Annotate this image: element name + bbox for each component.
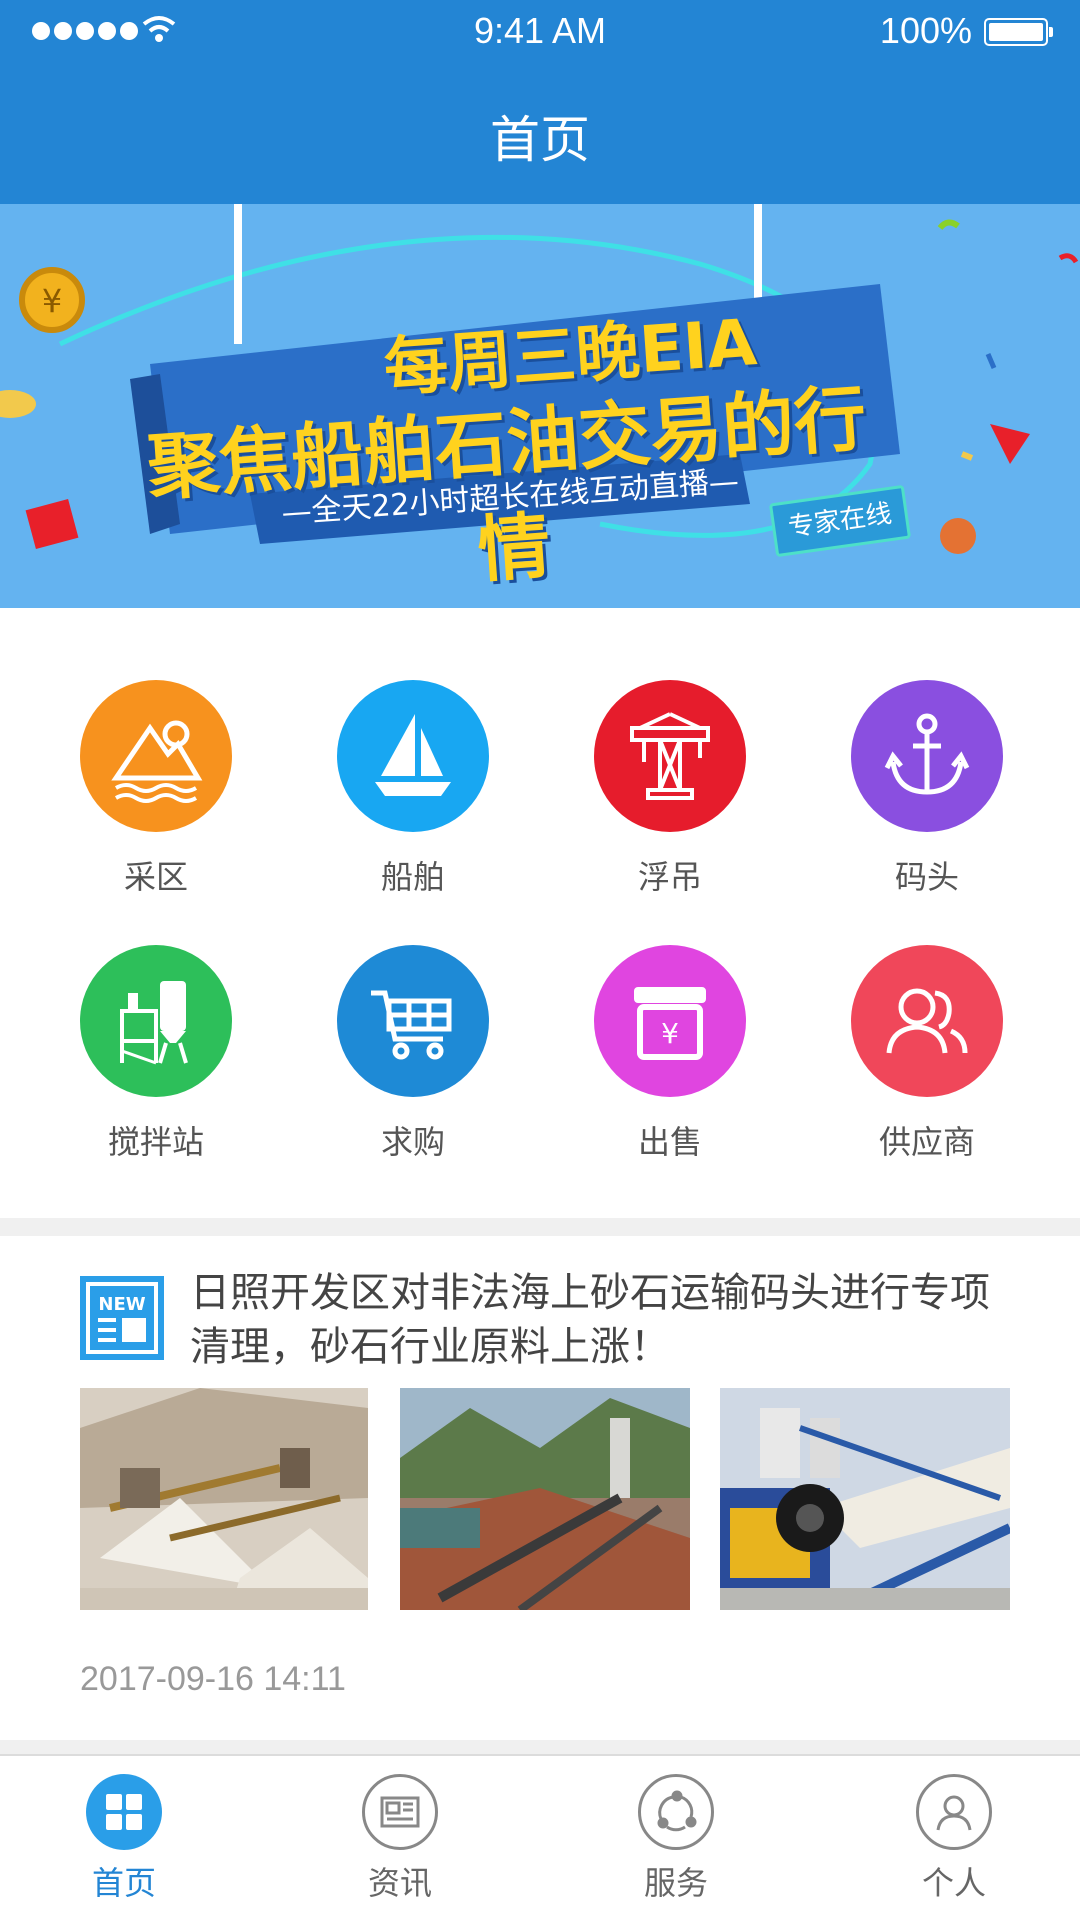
category-label: 求购 [380, 1123, 445, 1161]
home-grid-icon [86, 1774, 162, 1850]
news-title[interactable]: 日照开发区对非法海上砂石运输码头进行专项清理，砂石行业原料上涨！ [190, 1266, 1020, 1374]
category-purchase[interactable]: 求购 [303, 945, 523, 1185]
shop-icon: ¥ [594, 945, 746, 1097]
category-label: 供应商 [878, 1123, 975, 1161]
category-label: 出售 [637, 1123, 702, 1161]
category-label: 浮吊 [637, 858, 702, 896]
supplier-icon [851, 945, 1003, 1097]
section-divider [0, 1218, 1080, 1236]
news-icon [362, 1774, 438, 1850]
tab-news[interactable]: 资讯 [310, 1774, 490, 1914]
news-badge-icon: NEW [80, 1276, 164, 1360]
category-mixing-station[interactable]: 搅拌站 [46, 945, 266, 1185]
crane-icon [594, 680, 746, 832]
sailboat-icon [337, 680, 489, 832]
category-label: 搅拌站 [107, 1123, 204, 1161]
tab-bar: 首页 资讯 服务 个人 [0, 1754, 1080, 1920]
mixing-plant-icon [80, 945, 232, 1097]
category-label: 码头 [894, 858, 959, 896]
tab-label: 服务 [643, 1864, 708, 1902]
person-icon [916, 1774, 992, 1850]
news-image[interactable] [400, 1388, 690, 1610]
news-badge-label: NEW [98, 1294, 145, 1315]
mountain-icon [80, 680, 232, 832]
anchor-icon [851, 680, 1003, 832]
nav-bar: 首页 [0, 64, 1080, 204]
category-wharf[interactable]: 码头 [817, 680, 1037, 920]
category-supplier[interactable]: 供应商 [817, 945, 1037, 1185]
category-sale[interactable]: ¥ 出售 [560, 945, 780, 1185]
cart-icon [337, 945, 489, 1097]
status-bar: 9:41 AM 100% [0, 0, 1080, 64]
category-floating-crane[interactable]: 浮吊 [560, 680, 780, 920]
tab-label: 个人 [921, 1864, 986, 1902]
tab-label: 资讯 [367, 1864, 432, 1902]
tab-profile[interactable]: 个人 [864, 1774, 1044, 1914]
news-image[interactable] [720, 1388, 1010, 1610]
promo-banner[interactable]: ¥ 每周三晚EIA 聚焦船舶石油交易的行情 —全天22小时超长在线互动直播— 专… [0, 204, 1080, 608]
tab-home[interactable]: 首页 [34, 1774, 214, 1914]
category-label: 采区 [123, 858, 188, 896]
category-label: 船舶 [380, 858, 445, 896]
page-title: 首页 [490, 111, 590, 169]
category-mining-area[interactable]: 采区 [46, 680, 266, 920]
tab-label: 首页 [91, 1864, 156, 1902]
service-icon [638, 1774, 714, 1850]
battery-icon [984, 18, 1053, 46]
news-date: 2017-09-16 14:11 [80, 1660, 346, 1698]
battery-percent: 100% [879, 10, 972, 51]
svg-text:¥: ¥ [661, 1017, 679, 1050]
tab-service[interactable]: 服务 [586, 1774, 766, 1914]
section-divider [0, 1740, 1080, 1754]
news-image[interactable] [80, 1388, 368, 1610]
category-ships[interactable]: 船舶 [303, 680, 523, 920]
svg-text:¥: ¥ [42, 282, 62, 320]
